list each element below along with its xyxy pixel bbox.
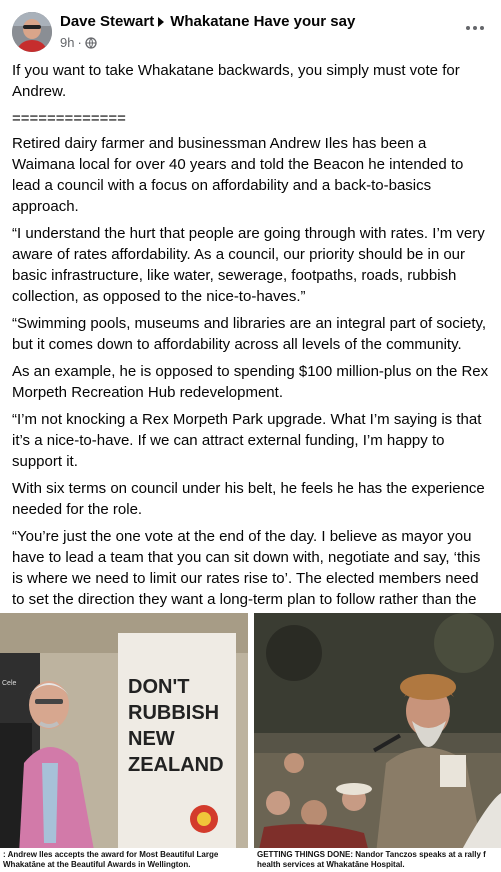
group-name[interactable]: Whakatane Have your say xyxy=(170,13,355,30)
post-time[interactable]: 9h xyxy=(60,35,74,50)
sign-text: Cele xyxy=(2,680,17,687)
paragraph-5: As an example, he is opposed to spending… xyxy=(12,363,489,401)
paragraph-1: If you want to take Whakatane backwards,… xyxy=(12,62,460,100)
globe-icon xyxy=(85,36,97,49)
award-photo: Cele DON'T RUBBISH NEW ZEALAND xyxy=(0,613,248,872)
banner-line-1: DON'T xyxy=(128,676,189,698)
paragraph-7: With six terms on council under his belt… xyxy=(12,480,485,518)
rally-photo xyxy=(254,613,501,872)
right-arrow-icon xyxy=(158,17,165,28)
author-avatar[interactable] xyxy=(12,12,52,52)
paragraph-2: Retired dairy farmer and businessman And… xyxy=(12,135,464,215)
banner-line-3: NEW xyxy=(128,728,175,750)
paragraph-3: “I understand the hurt that people are g… xyxy=(12,225,485,305)
post-body: If you want to take Whakatane backwards,… xyxy=(12,60,492,637)
more-options-button[interactable] xyxy=(463,18,487,38)
paragraph-6: “I’m not knocking a Rex Morpeth Park upg… xyxy=(12,411,482,470)
facebook-post: Dave Stewart Whakatane Have your say 9h ·… xyxy=(0,0,501,872)
more-dot xyxy=(480,26,484,30)
more-dots-icon xyxy=(466,26,470,30)
author-line: Dave Stewart Whakatane Have your say xyxy=(60,13,355,30)
meta-separator: · xyxy=(77,35,82,50)
left-caption: : Andrew Iles accepts the award for Most… xyxy=(0,848,248,872)
post-header: Dave Stewart Whakatane Have your say 9h · xyxy=(0,0,501,56)
right-caption: GETTING THINGS DONE: Nandor Tanczos spea… xyxy=(254,848,501,872)
paragraph-4: “Swimming pools, museums and libraries a… xyxy=(12,315,487,353)
avatar-image xyxy=(12,12,52,52)
post-meta: 9h · xyxy=(60,35,97,50)
more-dot xyxy=(473,26,477,30)
banner-line-4: ZEALAND xyxy=(128,754,224,776)
author-name[interactable]: Dave Stewart xyxy=(60,13,154,30)
separator-line: ============= xyxy=(12,110,126,127)
photo-collage: Cele DON'T RUBBISH NEW ZEALAND : Andrew … xyxy=(0,613,501,872)
photo-right[interactable]: GETTING THINGS DONE: Nandor Tanczos spea… xyxy=(254,613,501,872)
banner-line-2: RUBBISH xyxy=(128,702,219,724)
photo-left[interactable]: Cele DON'T RUBBISH NEW ZEALAND : Andrew … xyxy=(0,613,248,872)
